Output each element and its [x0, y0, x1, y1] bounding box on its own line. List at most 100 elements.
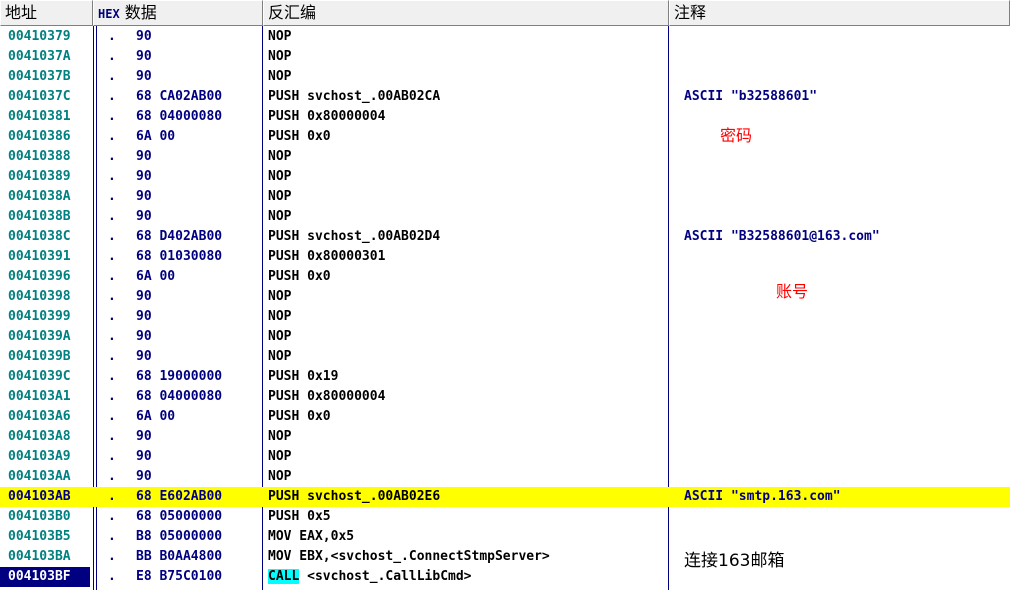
disassembly-text: NOP [268, 469, 292, 484]
hex-cell: 90 [136, 469, 152, 484]
table-row[interactable]: 0041037B. 90 NOP [0, 67, 1010, 87]
table-row[interactable]: 004103AB. 68 E602AB00 PUSH svchost_.00AB02… [0, 487, 1010, 507]
annotation-password: 密码 [720, 126, 753, 145]
table-row[interactable]: 0041037A. 90 NOP [0, 47, 1010, 67]
column-header-address[interactable]: 地址 [0, 0, 93, 26]
marker-cell: . [108, 449, 116, 464]
disassembly-text: NOP [268, 449, 292, 464]
disassembly-cell: NOP [268, 327, 291, 347]
disassembly-cell: NOP [268, 207, 291, 227]
address-cell: 004103A6 [8, 409, 71, 424]
hex-cell: 90 [136, 309, 152, 324]
hex-cell: 68 04000080 [136, 109, 223, 124]
table-row[interactable]: 004103BF. E8 B75C0100 CALL <svchost_.CallL… [0, 567, 1010, 587]
table-row[interactable]: 00410388. 90 NOP [0, 147, 1010, 167]
table-row[interactable]: 0041037C. 68 CA02AB00 PUSH svchost_.00AB02… [0, 87, 1010, 107]
table-row[interactable]: 0041038B. 90 NOP [0, 207, 1010, 227]
table-row[interactable]: 00410391. 68 01030080 PUSH 0x80000301 [0, 247, 1010, 267]
disassembly-text: PUSH 0x80000301 [268, 249, 386, 264]
disassembly-text: NOP [268, 49, 292, 64]
marker-cell: . [108, 369, 116, 384]
table-row[interactable]: 00410396. 6A 00 PUSH 0x0 [0, 267, 1010, 287]
hex-cell: 90 [136, 449, 152, 464]
annotation-connect-mailbox: 连接163邮箱 [684, 551, 785, 571]
disassembly-text: PUSH 0x5 [268, 509, 331, 524]
address-cell: 0041038A [8, 189, 71, 204]
table-row[interactable]: 004103B5. B8 05000000 MOV EAX,0x5 [0, 527, 1010, 547]
table-row[interactable]: 004103BA. BB B0AA4800 MOV EBX,<svchost_.Co… [0, 547, 1010, 567]
disassembly-cell: PUSH svchost_.00AB02E6 [268, 487, 440, 507]
table-row[interactable]: 00410399. 90 NOP [0, 307, 1010, 327]
hex-header-label: 数据 [124, 3, 157, 22]
marker-cell: . [108, 109, 116, 124]
table-row[interactable]: 004103A8. 90 NOP [0, 427, 1010, 447]
disassembly-text: <svchost_.CallLibCmd> [299, 569, 472, 584]
disassembly-text: PUSH svchost_.00AB02D4 [268, 229, 441, 244]
disassembly-text: NOP [268, 209, 292, 224]
disassembly-cell: NOP [268, 147, 291, 167]
marker-cell: . [108, 249, 116, 264]
address-cell: 00410398 [8, 289, 71, 304]
hex-cell: 68 04000080 [136, 389, 223, 404]
table-row[interactable]: 004103A1. 68 04000080 PUSH 0x80000004 [0, 387, 1010, 407]
address-cell: 004103A8 [8, 429, 71, 444]
table-row[interactable]: 0041039B. 90 NOP [0, 347, 1010, 367]
marker-cell: . [108, 389, 116, 404]
column-header-comment[interactable]: 注释 [669, 0, 1010, 26]
hex-cell: 90 [136, 209, 152, 224]
disassembly-text: PUSH svchost_.00AB02CA [268, 89, 441, 104]
hex-cell: 90 [136, 189, 152, 204]
disassembly-cell: NOP [268, 427, 291, 447]
address-cell: 004103AA [8, 469, 71, 484]
marker-cell: . [108, 149, 116, 164]
address-cell: 0041039B [8, 349, 71, 364]
hex-cell: 6A 00 [136, 409, 176, 424]
disassembly-cell: PUSH svchost_.00AB02CA [268, 87, 440, 107]
address-cell: 0041038C [8, 229, 71, 244]
disassembly-cell: NOP [268, 187, 291, 207]
hex-cell: 90 [136, 169, 152, 184]
column-header-disassembly[interactable]: 反汇编 [263, 0, 669, 26]
marker-cell: . [108, 209, 116, 224]
marker-cell: . [108, 549, 116, 564]
address-cell: 00410381 [8, 109, 71, 124]
table-row[interactable]: 004103B0. 68 05000000 PUSH 0x5 [0, 507, 1010, 527]
address-cell: 0041037C [8, 89, 71, 104]
disassembly-cell: MOV EAX,0x5 [268, 527, 354, 547]
table-row[interactable]: 00410381. 68 04000080 PUSH 0x80000004 [0, 107, 1010, 127]
disassembly-cell: NOP [268, 167, 291, 187]
comment-cell: ASCII "smtp.163.com" [684, 489, 841, 504]
table-row[interactable]: 004103AA. 90 NOP [0, 467, 1010, 487]
table-row[interactable]: 004103A6. 6A 00 PUSH 0x0 [0, 407, 1010, 427]
disassembly-cell: NOP [268, 287, 291, 307]
address-cell: 004103B5 [8, 529, 71, 544]
hex-cell: 90 [136, 289, 152, 304]
comment-cell: ASCII "B32588601@163.com" [684, 229, 880, 244]
disassembly-cell: PUSH 0x0 [268, 407, 331, 427]
hex-cell: 68 19000000 [136, 369, 223, 384]
disassembly-text: NOP [268, 69, 292, 84]
marker-cell: . [108, 89, 116, 104]
table-row[interactable]: 00410386. 6A 00 PUSH 0x0 [0, 127, 1010, 147]
address-cell: 00410388 [8, 149, 71, 164]
marker-cell: . [108, 529, 116, 544]
table-row[interactable]: 00410389. 90 NOP [0, 167, 1010, 187]
disassembly-view[interactable]: 地址 HEX 数据 反汇编 注释 00410379. 90 NOP 0041037A.… [0, 0, 1010, 590]
table-row[interactable]: 0041038A. 90 NOP [0, 187, 1010, 207]
marker-cell: . [108, 509, 116, 524]
hex-cell: BB B0AA4800 [136, 549, 223, 564]
hex-cell: 6A 00 [136, 129, 176, 144]
table-row[interactable]: 00410379. 90 NOP [0, 27, 1010, 47]
table-row[interactable]: 0041039C. 68 19000000 PUSH 0x19 [0, 367, 1010, 387]
disassembly-cell: PUSH 0x19 [268, 367, 338, 387]
marker-cell: . [108, 189, 116, 204]
disassembly-text: PUSH 0x80000004 [268, 389, 386, 404]
hex-cell: B8 05000000 [136, 529, 223, 544]
marker-cell: . [108, 489, 116, 504]
table-row[interactable]: 00410398. 90 NOP [0, 287, 1010, 307]
table-row[interactable]: 0041038C. 68 D402AB00 PUSH svchost_.00AB02… [0, 227, 1010, 247]
table-row[interactable]: 004103A9. 90 NOP [0, 447, 1010, 467]
column-header-hex[interactable]: HEX 数据 [93, 0, 263, 26]
hex-cell: 68 01030080 [136, 249, 223, 264]
table-row[interactable]: 0041039A. 90 NOP [0, 327, 1010, 347]
